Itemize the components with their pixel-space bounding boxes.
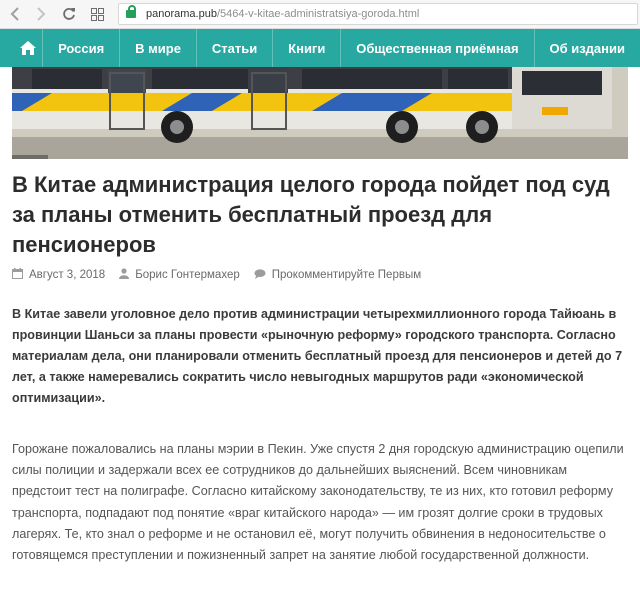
reload-icon[interactable]: [58, 3, 80, 25]
article-hero-image: [12, 67, 628, 159]
url-domain: panorama.pub: [146, 8, 217, 20]
main-nav: Россия В мире Статьи Книги Общественная …: [0, 29, 640, 67]
nav-item-russia[interactable]: Россия: [43, 29, 119, 67]
browser-toolbar: panorama.pub/5464-v-kitae-administratsiy…: [0, 0, 640, 29]
article-meta: Август 3, 2018 Борис Гонтермахер Прокомм…: [12, 268, 435, 282]
user-icon: [119, 268, 130, 282]
post-author-text: Борис Гонтермахер: [135, 269, 240, 281]
nav-item-books[interactable]: Книги: [273, 29, 340, 67]
nav-item-about[interactable]: Об издании: [534, 29, 640, 67]
lock-icon: [126, 5, 136, 18]
post-date[interactable]: Август 3, 2018: [12, 268, 105, 282]
comment-link[interactable]: Прокомментируйте Первым: [254, 268, 422, 282]
post-author[interactable]: Борис Гонтермахер: [119, 268, 240, 282]
nav-item-world[interactable]: В мире: [120, 29, 196, 67]
url-path: /5464-v-kitae-administratsiya-goroda.htm…: [216, 8, 420, 20]
url-text: panorama.pub/5464-v-kitae-administratsiy…: [146, 8, 419, 20]
address-bar[interactable]: panorama.pub/5464-v-kitae-administratsiy…: [118, 3, 638, 25]
back-arrow-icon[interactable]: [4, 3, 26, 25]
article-title: В Китае администрация целого города пойд…: [12, 172, 610, 257]
calendar-icon: [12, 268, 23, 282]
article-body-paragraph: Горожане пожаловались на планы мэрии в П…: [12, 442, 624, 563]
comment-icon: [254, 268, 266, 282]
apps-grid-icon[interactable]: [86, 3, 108, 25]
article-lead: В Китае завели уголовное дело против адм…: [12, 307, 623, 405]
nav-item-public-reception[interactable]: Общественная приёмная: [341, 29, 533, 67]
home-icon[interactable]: [14, 29, 42, 67]
comment-link-text: Прокомментируйте Первым: [271, 269, 422, 281]
forward-arrow-icon[interactable]: [30, 3, 52, 25]
nav-item-articles[interactable]: Статьи: [197, 29, 272, 67]
post-date-text: Август 3, 2018: [29, 269, 106, 281]
